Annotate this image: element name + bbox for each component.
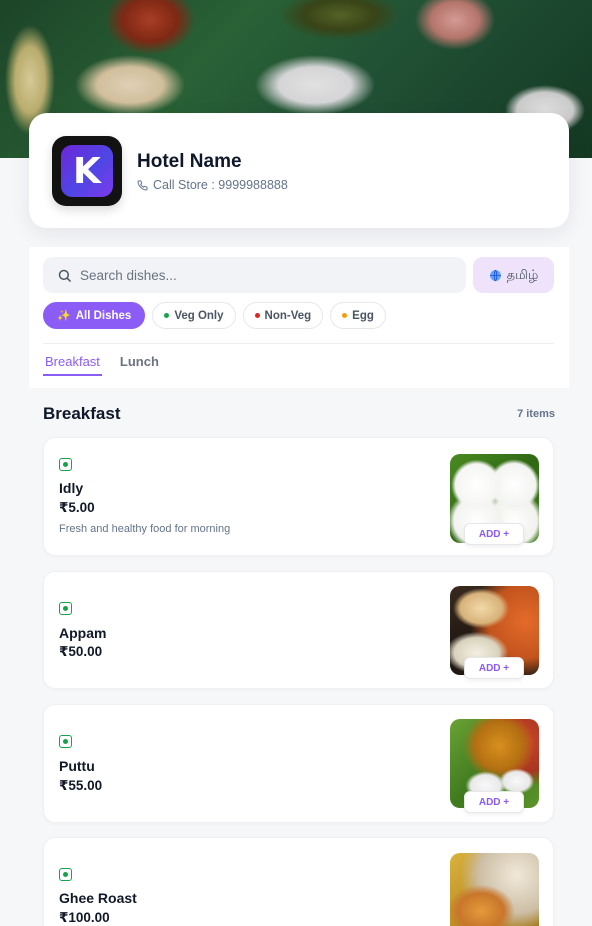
menu-controls: தமிழ் ✨ All Dishes Veg Only Non-Veg Egg … [29,247,569,388]
item-photo [450,853,539,926]
filter-label: Non-Veg [264,309,312,322]
veg-indicator-icon [59,868,72,881]
store-phone-text: Call Store : 9999988888 [153,178,288,192]
call-store-link[interactable]: Call Store : 9999988888 [137,178,288,192]
sparkle-icon: ✨ [57,310,71,322]
search-bar[interactable] [43,257,466,293]
tab-breakfast[interactable]: Breakfast [43,354,102,376]
egg-dot-icon [342,313,348,318]
filter-all-dishes[interactable]: ✨ All Dishes [43,302,146,329]
item-name: Ghee Roast [59,890,137,906]
section-title: Breakfast [43,404,121,423]
veg-indicator-icon [59,602,72,615]
add-to-cart-button[interactable]: ADD + [464,657,524,679]
section-item-count: 7 items [517,408,555,420]
tab-lunch[interactable]: Lunch [118,354,161,376]
veg-indicator-icon [59,458,72,471]
globe-icon [489,269,501,281]
store-logo-letter: K [61,145,113,197]
search-input[interactable] [80,267,440,283]
store-name: Hotel Name [137,151,242,172]
category-tabs: Breakfast Lunch [43,354,161,376]
filter-label: All Dishes [75,309,132,322]
divider [43,343,554,344]
veg-dot-icon [164,313,170,318]
add-to-cart-button[interactable]: ADD + [464,523,524,545]
menu-item-card: Puttu ₹55.00 ADD + [43,704,554,823]
section-header: Breakfast 7 items [43,404,555,424]
add-to-cart-button[interactable]: ADD + [464,791,524,813]
item-price: ₹55.00 [59,778,103,793]
item-price: ₹5.00 [59,500,95,515]
phone-icon [137,179,148,191]
menu-item-card: Appam ₹50.00 ADD + [43,571,554,689]
language-toggle-button[interactable]: தமிழ் [473,257,554,293]
filter-non-veg[interactable]: Non-Veg [242,302,324,329]
filter-veg-only[interactable]: Veg Only [152,302,236,329]
search-icon [58,269,71,282]
language-label: தமிழ் [506,266,539,282]
menu-item-card: Ghee Roast ₹100.00 [43,837,554,926]
filter-label: Veg Only [174,309,224,322]
item-name: Idly [59,480,84,496]
item-description: Fresh and healthy food for morning [59,523,231,535]
filter-egg[interactable]: Egg [330,302,386,329]
filter-label: Egg [352,309,374,322]
veg-indicator-icon [59,735,72,748]
store-info-card: K Hotel Name Call Store : 9999988888 [29,113,569,228]
item-name: Puttu [59,758,95,774]
item-price: ₹100.00 [59,910,110,925]
item-price: ₹50.00 [59,644,103,659]
diet-filter-chips: ✨ All Dishes Veg Only Non-Veg Egg [43,302,386,329]
menu-item-card: Idly ₹5.00 Fresh and healthy food for mo… [43,437,554,556]
store-logo: K [52,136,122,206]
non-veg-dot-icon [254,313,260,318]
item-name: Appam [59,625,107,641]
